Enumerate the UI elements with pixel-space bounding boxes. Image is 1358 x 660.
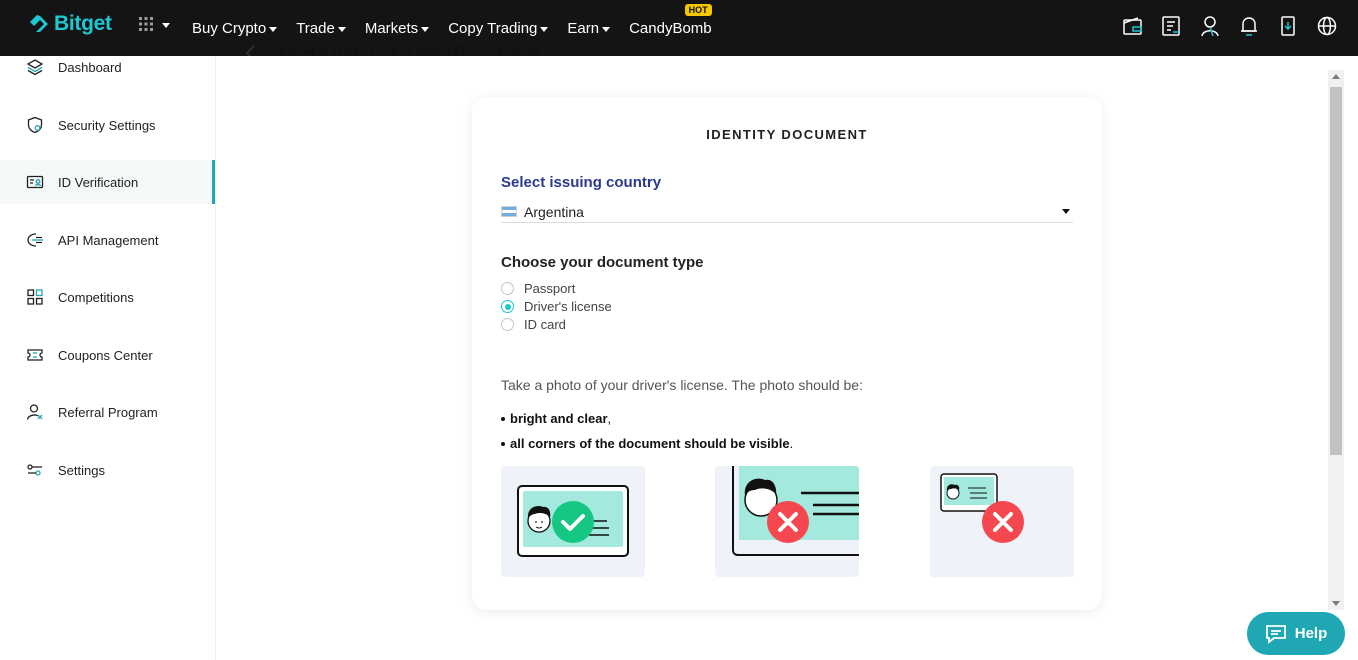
radio-passport[interactable]: Passport <box>501 281 575 296</box>
chevron-down-icon <box>1062 209 1070 214</box>
orders-icon[interactable] <box>1160 14 1182 38</box>
bitget-logo[interactable]: Bitget <box>28 12 112 36</box>
nav-right-icons <box>1121 14 1338 38</box>
example-cropped-photo <box>715 466 859 577</box>
radio-label: ID card <box>524 317 566 332</box>
radio-label: Driver's license <box>524 299 612 314</box>
sidebar-item-coupons-center[interactable]: Coupons Center <box>0 333 215 377</box>
layers-icon <box>26 58 44 76</box>
nav-earn-label: Earn <box>567 19 600 37</box>
nav-candybomb[interactable]: CandyBomb HOT <box>629 3 712 37</box>
radio-id-card[interactable]: ID card <box>501 317 566 332</box>
chevron-down-icon <box>421 26 430 32</box>
photo-instructions: Take a photo of your driver's license. T… <box>501 377 863 393</box>
sidebar-item-label: Coupons Center <box>58 347 153 363</box>
sidebar-item-settings[interactable]: Settings <box>0 448 215 492</box>
wallet-icon[interactable] <box>1121 14 1143 38</box>
sidebar-item-competitions[interactable]: Competitions <box>0 275 215 319</box>
download-icon[interactable] <box>1277 14 1299 38</box>
logo-text: Bitget <box>54 12 112 35</box>
sidebar-item-id-verification[interactable]: ID Verification <box>0 160 215 204</box>
sidebar: Dashboard Security Settings ID Verificat… <box>0 56 216 660</box>
requirement-bold: all corners of the document should be vi… <box>510 436 790 451</box>
scroll-thumb[interactable] <box>1330 87 1342 455</box>
page-scrollbar[interactable] <box>1328 70 1344 610</box>
back-arrow-icon[interactable] <box>244 44 258 56</box>
chevron-down-icon <box>540 26 549 32</box>
scroll-down-arrow-icon[interactable] <box>1332 601 1340 606</box>
chat-icon <box>1265 624 1286 644</box>
bell-icon[interactable] <box>1238 14 1260 38</box>
radio-label: Passport <box>524 281 576 296</box>
sidebar-item-dashboard[interactable]: Dashboard <box>0 45 215 89</box>
sidebar-item-referral-program[interactable]: Referral Program <box>0 390 215 434</box>
sidebar-item-label: Settings <box>58 462 105 478</box>
sidebar-item-label: ID Verification <box>58 174 139 190</box>
doc-type-label: Choose your document type <box>501 254 704 271</box>
help-label: Help <box>1294 625 1328 642</box>
radio-drivers-license[interactable]: Driver's license <box>501 299 612 314</box>
user-icon[interactable] <box>1199 14 1221 38</box>
radio-button[interactable] <box>501 282 514 295</box>
hot-badge: HOT <box>684 3 712 16</box>
country-select[interactable]: Argentina <box>501 201 1073 223</box>
radio-button-checked[interactable] <box>501 300 514 313</box>
ticket-icon <box>26 346 44 364</box>
sidebar-item-label: Competitions <box>58 289 134 305</box>
chevron-down-icon <box>337 26 346 32</box>
sidebar-item-label: Security Settings <box>58 117 156 133</box>
apps-menu[interactable] <box>139 17 170 31</box>
requirement-corners-visible: all corners of the document should be vi… <box>500 436 794 451</box>
bitget-logo-icon <box>30 15 48 32</box>
nav-earn[interactable]: Earn <box>567 19 611 37</box>
id-card-icon <box>26 173 44 191</box>
shield-icon <box>26 116 44 134</box>
requirement-bright-clear: bright and clear, <box>500 411 612 426</box>
argentina-flag-icon <box>501 206 517 217</box>
sliders-icon <box>26 461 44 479</box>
nav-buy-crypto-label: Buy Crypto <box>192 19 267 37</box>
api-icon <box>26 231 44 249</box>
chevron-down-icon <box>269 26 278 32</box>
scroll-up-arrow-icon[interactable] <box>1332 74 1340 79</box>
sidebar-item-label: Dashboard <box>58 59 122 75</box>
requirement-bold: bright and clear <box>510 411 608 426</box>
example-good-photo <box>501 466 645 577</box>
identity-document-card: IDENTITY DOCUMENT Select issuing country… <box>472 97 1102 610</box>
apps-grid-icon <box>139 17 153 31</box>
sidebar-item-label: API Management <box>58 232 159 248</box>
page-title: Individual Verification <box>278 40 542 56</box>
sidebar-item-api-management[interactable]: API Management <box>0 218 215 262</box>
card-heading: IDENTITY DOCUMENT <box>706 127 868 142</box>
country-value: Argentina <box>524 203 584 220</box>
help-button[interactable]: Help <box>1247 612 1345 655</box>
chevron-down-icon <box>602 26 611 32</box>
sidebar-item-security-settings[interactable]: Security Settings <box>0 103 215 147</box>
requirement-rest: . <box>789 436 794 451</box>
sidebar-item-label: Referral Program <box>58 404 158 420</box>
referral-icon <box>26 403 44 421</box>
requirement-rest: , <box>607 411 612 426</box>
country-label: Select issuing country <box>501 174 662 191</box>
chevron-down-icon <box>162 22 170 28</box>
nav-buy-crypto[interactable]: Buy Crypto <box>192 19 278 37</box>
radio-button[interactable] <box>501 318 514 331</box>
globe-icon[interactable] <box>1316 14 1338 38</box>
example-too-far-photo <box>930 466 1074 577</box>
grid-icon <box>26 288 44 306</box>
nav-candybomb-label: CandyBomb <box>629 19 712 37</box>
